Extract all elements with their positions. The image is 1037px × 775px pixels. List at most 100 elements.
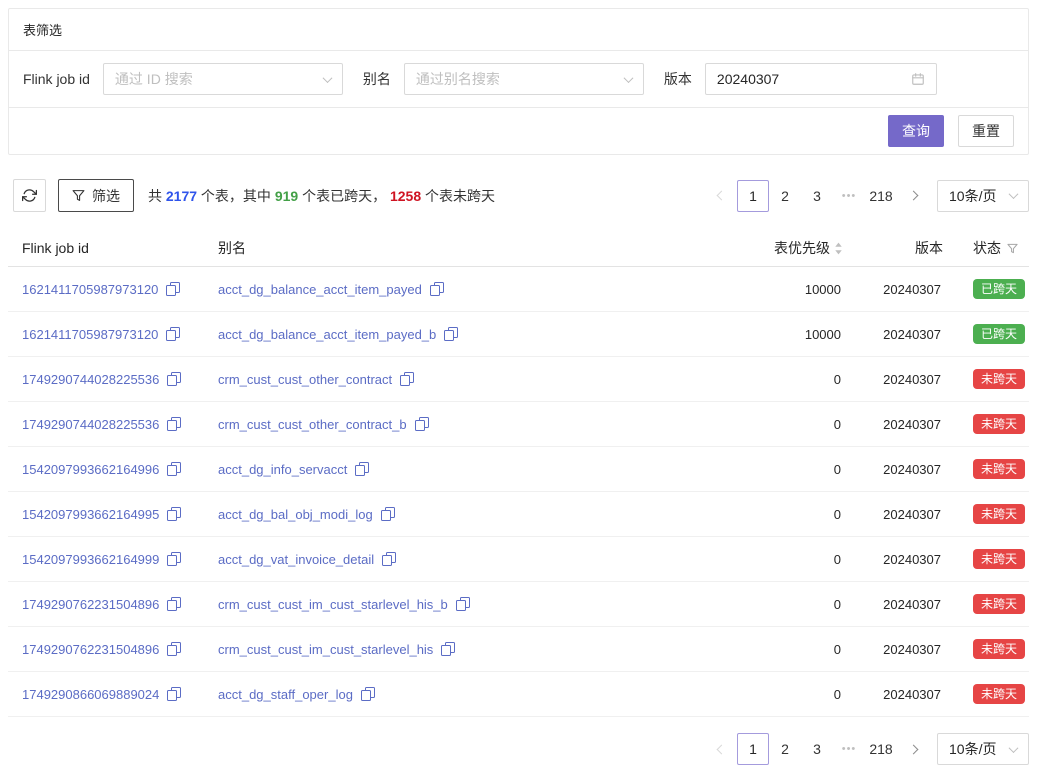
table-row: 1542097993662164999 acct_dg_vat_invoice_… — [8, 537, 1029, 582]
pagination-ellipsis[interactable]: ••• — [833, 733, 865, 765]
version-value: 20240307 — [843, 687, 943, 702]
pagination-page-last[interactable]: 218 — [865, 733, 897, 765]
alias-link[interactable]: crm_cust_cust_im_cust_starlevel_his — [218, 642, 433, 657]
pagination-next-button[interactable] — [897, 733, 929, 765]
version-value: 20240307 — [843, 282, 943, 297]
alias-link[interactable]: acct_dg_info_servacct — [218, 462, 347, 477]
pagination-prev-button[interactable] — [705, 733, 737, 765]
flink-job-id-link[interactable]: 1542097993662164999 — [22, 552, 159, 567]
copy-icon[interactable] — [444, 327, 458, 341]
status-badge: 已跨天 — [973, 279, 1025, 299]
copy-icon[interactable] — [167, 687, 181, 701]
col-version: 版本 — [843, 230, 943, 266]
reset-button[interactable]: 重置 — [958, 115, 1014, 147]
copy-icon[interactable] — [456, 597, 470, 611]
copy-icon[interactable] — [415, 417, 429, 431]
copy-icon[interactable] — [361, 687, 375, 701]
pagination-prev-button[interactable] — [705, 180, 737, 212]
toolbar: 筛选 共 2177 个表，其中 919 个表已跨天， 1258 个表未跨天 1 … — [8, 179, 1029, 212]
version-value: 20240307 — [843, 417, 943, 432]
priority-value: 0 — [703, 372, 843, 387]
status-badge: 未跨天 — [973, 549, 1025, 569]
alias-link[interactable]: acct_dg_vat_invoice_detail — [218, 552, 374, 567]
copy-icon[interactable] — [355, 462, 369, 476]
priority-value: 0 — [703, 687, 843, 702]
alias-link[interactable]: acct_dg_bal_obj_modi_log — [218, 507, 373, 522]
filter-card: 表筛选 Flink job id 通过 ID 搜索 别名 通过别名搜索 版本 2… — [8, 8, 1029, 155]
funnel-icon — [72, 189, 85, 202]
table-row: 1749290762231504896 crm_cust_cust_im_cus… — [8, 582, 1029, 627]
copy-icon[interactable] — [400, 372, 414, 386]
copy-icon[interactable] — [167, 642, 181, 656]
pagination-ellipsis[interactable]: ••• — [833, 180, 865, 212]
pagination-page-last[interactable]: 218 — [865, 180, 897, 212]
version-value: 20240307 — [843, 597, 943, 612]
version-value: 20240307 — [843, 642, 943, 657]
alias-select[interactable]: 通过别名搜索 — [404, 63, 644, 95]
status-badge: 未跨天 — [973, 504, 1025, 524]
page-size-select[interactable]: 10条/页 — [937, 733, 1029, 765]
pagination-page-3[interactable]: 3 — [801, 733, 833, 765]
flink-job-id-link[interactable]: 1749290762231504896 — [22, 642, 159, 657]
chevron-down-icon — [1009, 743, 1019, 753]
calendar-icon — [911, 72, 925, 86]
pagination-next-button[interactable] — [897, 180, 929, 212]
alias-link[interactable]: crm_cust_cust_im_cust_starlevel_his_b — [218, 597, 448, 612]
copy-icon[interactable] — [167, 507, 181, 521]
page-size-value: 10条/页 — [949, 186, 996, 206]
status-badge: 未跨天 — [973, 594, 1025, 614]
chevron-right-icon — [908, 191, 918, 201]
table-row: 1621411705987973120 acct_dg_balance_acct… — [8, 312, 1029, 357]
flink-job-id-select[interactable]: 通过 ID 搜索 — [103, 63, 343, 95]
copy-icon[interactable] — [167, 417, 181, 431]
not-crossed-count: 1258 — [390, 188, 421, 204]
col-priority[interactable]: 表优先级 — [703, 230, 843, 266]
flink-job-id-link[interactable]: 1621411705987973120 — [22, 282, 158, 297]
pagination-page-3[interactable]: 3 — [801, 180, 833, 212]
version-value: 20240307 — [843, 327, 943, 342]
chevron-down-icon — [623, 73, 633, 83]
filter-toggle-button[interactable]: 筛选 — [58, 179, 134, 212]
copy-icon[interactable] — [382, 552, 396, 566]
pagination-page-2[interactable]: 2 — [769, 733, 801, 765]
pagination-page-1[interactable]: 1 — [737, 180, 769, 212]
priority-value: 0 — [703, 507, 843, 522]
page-size-select[interactable]: 10条/页 — [937, 180, 1029, 212]
query-button[interactable]: 查询 — [888, 115, 944, 147]
flink-job-id-link[interactable]: 1749290744028225536 — [22, 417, 159, 432]
col-status: 状态 — [943, 230, 1029, 266]
copy-icon[interactable] — [167, 462, 181, 476]
version-value: 20240307 — [843, 462, 943, 477]
pagination-page-2[interactable]: 2 — [769, 180, 801, 212]
filter-actions: 查询 重置 — [9, 108, 1028, 154]
version-label: 版本 — [664, 69, 692, 89]
alias-link[interactable]: acct_dg_balance_acct_item_payed — [218, 282, 422, 297]
flink-job-id-link[interactable]: 1621411705987973120 — [22, 327, 158, 342]
status-filter-icon[interactable] — [1007, 243, 1018, 254]
alias-link[interactable]: acct_dg_staff_oper_log — [218, 687, 353, 702]
priority-value: 0 — [703, 597, 843, 612]
flink-job-id-link[interactable]: 1749290744028225536 — [22, 372, 159, 387]
copy-icon[interactable] — [167, 372, 181, 386]
copy-icon[interactable] — [166, 282, 180, 296]
version-value: 20240307 — [843, 507, 943, 522]
copy-icon[interactable] — [381, 507, 395, 521]
refresh-button[interactable] — [13, 179, 46, 212]
copy-icon[interactable] — [430, 282, 444, 296]
alias-link[interactable]: acct_dg_balance_acct_item_payed_b — [218, 327, 436, 342]
pagination-page-1[interactable]: 1 — [737, 733, 769, 765]
copy-icon[interactable] — [441, 642, 455, 656]
alias-link[interactable]: crm_cust_cust_other_contract — [218, 372, 392, 387]
copy-icon[interactable] — [167, 552, 181, 566]
flink-job-id-link[interactable]: 1749290866069889024 — [22, 687, 159, 702]
copy-icon[interactable] — [167, 597, 181, 611]
flink-job-id-link[interactable]: 1542097993662164996 — [22, 462, 159, 477]
copy-icon[interactable] — [166, 327, 180, 341]
version-date-input[interactable]: 20240307 — [705, 63, 937, 95]
sort-icon[interactable] — [834, 242, 843, 255]
flink-job-id-link[interactable]: 1749290762231504896 — [22, 597, 159, 612]
flink-job-id-link[interactable]: 1542097993662164995 — [22, 507, 159, 522]
status-badge: 已跨天 — [973, 324, 1025, 344]
table-row: 1749290744028225536 crm_cust_cust_other_… — [8, 402, 1029, 447]
alias-link[interactable]: crm_cust_cust_other_contract_b — [218, 417, 407, 432]
